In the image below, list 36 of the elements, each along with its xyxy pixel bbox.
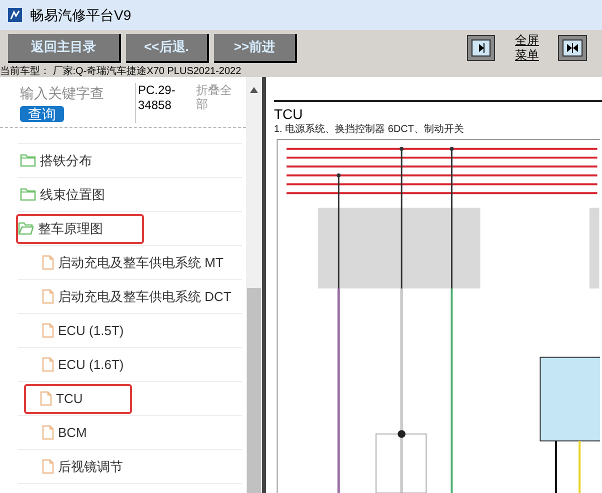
app-logo-icon (8, 8, 22, 22)
document-icon (42, 255, 54, 270)
expand-panel-icon[interactable] (467, 34, 496, 62)
document-icon (42, 357, 54, 372)
nav-button[interactable]: >>前进 (214, 34, 297, 62)
search-button[interactable]: 查询 (20, 106, 64, 122)
document-icon (42, 425, 54, 440)
tree-item[interactable]: 后视镜调节 (40, 452, 125, 482)
folder-icon (20, 188, 36, 201)
nav-button[interactable]: 返回主目录 (8, 34, 121, 62)
document-subtitle: 1. 电源系统、换挡控制器 6DCT、制动开关 (274, 123, 466, 136)
split-view-icon[interactable] (558, 34, 588, 62)
scrollbar[interactable] (246, 77, 262, 493)
tree-item[interactable]: ECU (1.6T) (40, 350, 126, 380)
tree-item[interactable]: 搭铁分布 (18, 146, 94, 176)
document-icon (42, 459, 54, 474)
tree-item[interactable]: BCM (40, 418, 89, 448)
folder-icon (20, 154, 36, 167)
window-title: 畅易汽修平台V9 (30, 6, 132, 24)
tree-item[interactable]: 线束位置图 (18, 180, 107, 210)
document-icon (40, 391, 52, 406)
document-icon (42, 289, 54, 304)
vehicle-info: 当前车型： 厂家:Q-奇瑞汽车捷途X70 PLUS2021-2022 (0, 66, 242, 77)
open-folder-icon (18, 222, 34, 235)
fullscreen-menu-link[interactable]: 全屏 菜单 (515, 33, 539, 63)
tree-item[interactable]: 启动充电及整车供电系统 MT (40, 248, 226, 278)
document-title: TCU (274, 105, 304, 123)
nav-button[interactable]: <<后退. (126, 34, 209, 62)
tree-item[interactable]: ECU (1.5T) (40, 316, 126, 346)
document-code: PC.29-34858 (138, 83, 176, 113)
document-icon (42, 323, 54, 338)
tree-item[interactable]: 启动充电及整车供电系统 DCT (40, 282, 234, 312)
scroll-up-arrow-icon[interactable] (250, 87, 258, 93)
tree-item[interactable]: 整车原理图 (16, 214, 144, 244)
keyword-search-field[interactable]: 输入关键字查 (20, 83, 130, 104)
tree-item[interactable]: TCU (24, 384, 132, 414)
